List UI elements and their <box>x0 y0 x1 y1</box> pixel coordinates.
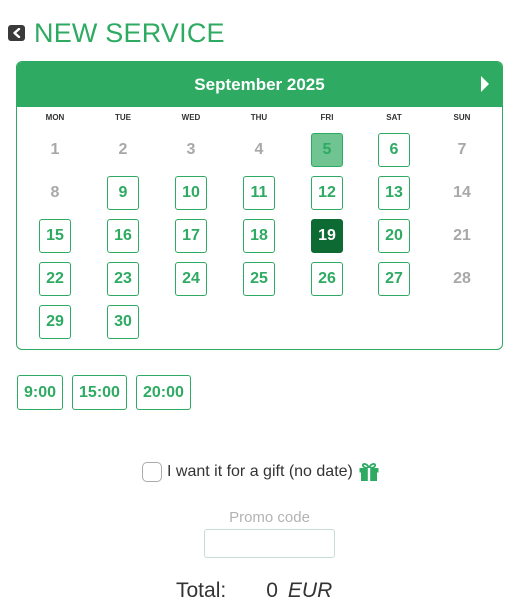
time-slot-list: 9:00 15:00 20:00 <box>17 375 191 410</box>
calendar-day-2: 2 <box>118 141 128 158</box>
calendar-day-14: 14 <box>453 184 471 201</box>
weekday-label: SAT <box>386 113 402 122</box>
weekday-label: THU <box>250 113 268 122</box>
triangle-right-icon <box>481 76 489 92</box>
weekday-label: MON <box>45 113 65 122</box>
weekday-label: FRI <box>320 113 334 122</box>
calendar-day-7: 7 <box>457 141 467 158</box>
calendar-day-24[interactable]: 24 <box>175 262 207 296</box>
calendar-day-17[interactable]: 17 <box>175 219 207 253</box>
weekday-label: WED <box>181 113 201 122</box>
time-slot-button[interactable]: 20:00 <box>135 375 191 410</box>
calendar-month-label: September 2025 <box>194 74 325 94</box>
gift-option: I want it for a gift (no date) <box>142 461 380 483</box>
calendar-day-25[interactable]: 25 <box>243 262 275 296</box>
date-picker-calendar: September 2025 MON TUE WED THU FRI SAT SUN 123… <box>16 61 503 350</box>
total-amount: 0 <box>266 579 278 602</box>
back-button[interactable] <box>8 25 25 41</box>
calendar-day-22[interactable]: 22 <box>39 262 71 296</box>
gift-icon <box>359 463 379 481</box>
calendar-day-1: 1 <box>50 141 60 158</box>
calendar-day-27[interactable]: 27 <box>378 262 410 296</box>
calendar-day-26[interactable]: 26 <box>311 262 343 296</box>
calendar-day-4: 4 <box>254 141 264 158</box>
calendar-day-8: 8 <box>50 184 60 201</box>
calendar-day-20[interactable]: 20 <box>378 219 410 253</box>
chevron-left-icon <box>12 28 20 38</box>
weekday-label: TUE <box>115 113 131 122</box>
calendar-day-12[interactable]: 12 <box>311 176 343 210</box>
time-slot-button[interactable]: 15:00 <box>72 375 127 410</box>
time-slot-button[interactable]: 9:00 <box>17 375 64 410</box>
calendar-day-16[interactable]: 16 <box>107 219 139 253</box>
calendar-day-13[interactable]: 13 <box>378 176 410 210</box>
calendar-day-11[interactable]: 11 <box>243 176 275 210</box>
calendar-day-9[interactable]: 9 <box>107 176 139 210</box>
calendar-day-19[interactable]: 19 <box>311 219 343 253</box>
calendar-day-6[interactable]: 6 <box>378 133 410 167</box>
calendar-day-29[interactable]: 29 <box>39 305 71 339</box>
weekday-header-row: MON TUE WED THU FRI SAT SUN <box>17 113 502 127</box>
page-title: NEW SERVICE <box>34 17 225 48</box>
total-label: Total: <box>176 579 227 602</box>
calendar-day-5[interactable]: 5 <box>311 133 343 167</box>
gift-checkbox-label[interactable]: I want it for a gift (no date) <box>167 463 353 481</box>
promo-code-input[interactable] <box>204 529 335 558</box>
next-month-button[interactable] <box>480 75 490 93</box>
calendar-day-30[interactable]: 30 <box>107 305 139 339</box>
page-header: NEW SERVICE <box>8 16 225 50</box>
order-total: Total: 0 EUR <box>176 579 332 603</box>
calendar-header: September 2025 <box>17 62 502 107</box>
calendar-day-23[interactable]: 23 <box>107 262 139 296</box>
gift-checkbox[interactable] <box>142 462 162 482</box>
calendar-day-21: 21 <box>453 227 471 244</box>
calendar-day-18[interactable]: 18 <box>243 219 275 253</box>
promo-code-label: Promo code <box>229 509 310 526</box>
calendar-day-28: 28 <box>453 270 471 287</box>
calendar-day-10[interactable]: 10 <box>175 176 207 210</box>
total-currency: EUR <box>287 579 333 602</box>
calendar-day-3: 3 <box>186 141 196 158</box>
calendar-day-15[interactable]: 15 <box>39 219 71 253</box>
weekday-label: SUN <box>453 113 471 122</box>
